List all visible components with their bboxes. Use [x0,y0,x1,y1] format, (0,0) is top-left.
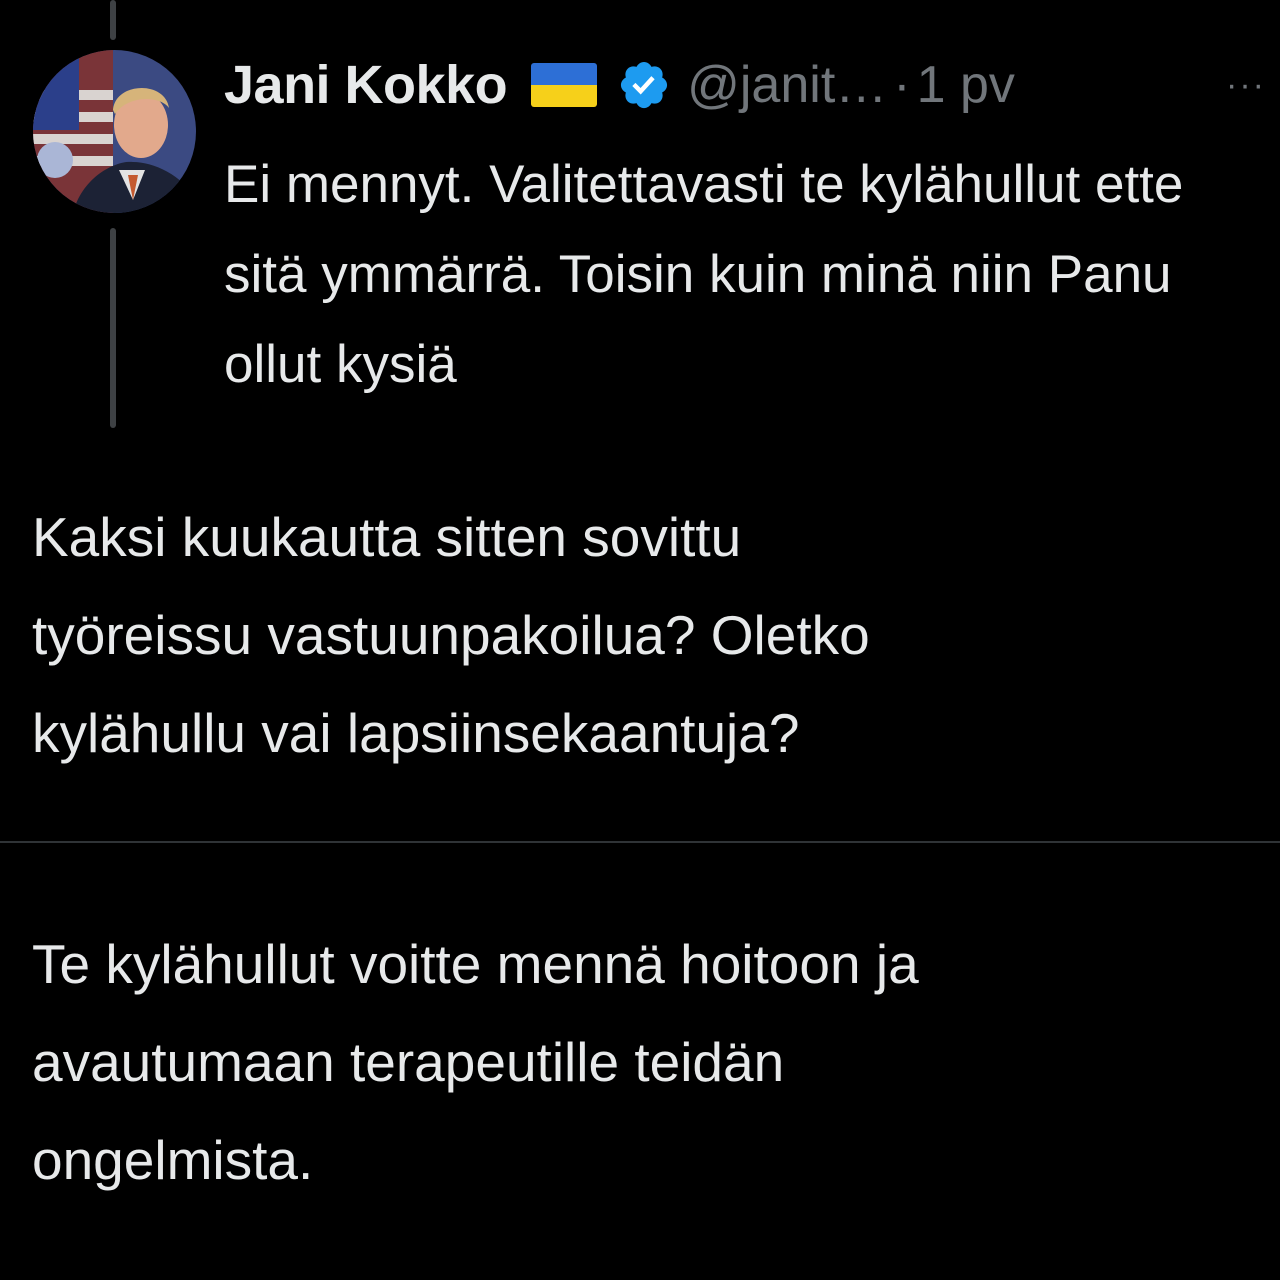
divider [0,841,1280,843]
user-handle[interactable]: @janit… [687,55,887,115]
ukraine-flag-icon [531,63,598,107]
avatar[interactable] [33,50,196,213]
avatar-image [33,50,196,213]
separator-dot: · [893,56,911,114]
quoted-tweet[interactable]: Jani Kokko @janit… · 1 pv ··· Ei mennyt.… [0,0,1280,430]
tweet-text: Ei mennyt. Valitettavasti te kylähullut … [224,155,1184,394]
verified-badge-icon [621,61,668,109]
display-name[interactable]: Jani Kokko [224,54,508,116]
thread-line-bottom [110,228,116,428]
message-text-2: Te kylähullut voitte mennä hoitoon ja av… [32,933,919,1191]
tweet-timestamp[interactable]: 1 pv [917,55,1015,115]
thread-line-top [110,0,116,40]
more-options-icon[interactable]: ··· [1226,66,1266,105]
tweet-header: Jani Kokko @janit… · 1 pv [224,52,1015,118]
message-text-1: Kaksi kuukautta sitten sovittu työreissu… [32,506,870,764]
